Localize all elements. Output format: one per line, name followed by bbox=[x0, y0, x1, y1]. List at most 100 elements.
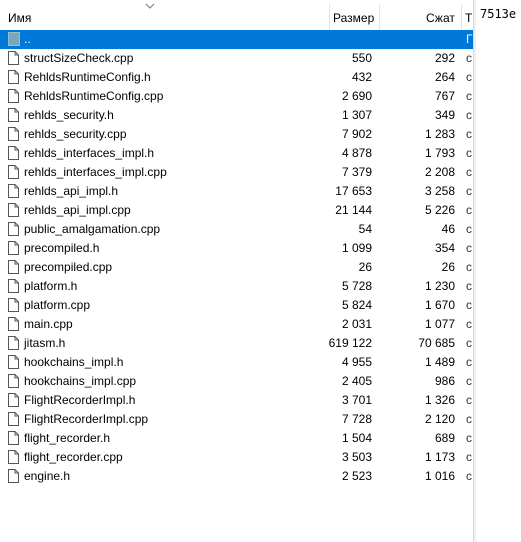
file-name: structSizeCheck.cpp bbox=[24, 51, 134, 65]
file-packed-size: 689 bbox=[434, 431, 455, 445]
file-type: c bbox=[466, 469, 472, 483]
list-item[interactable]: hookchains_impl.cpp 2 405 986 c bbox=[0, 372, 473, 391]
file-icon bbox=[8, 317, 19, 331]
file-size: 21 144 bbox=[335, 203, 372, 217]
list-item[interactable]: rehlds_interfaces_impl.h 4 878 1 793 c bbox=[0, 144, 473, 163]
list-item-up-dir[interactable]: .. Г bbox=[0, 30, 473, 49]
file-name: RehldsRuntimeConfig.cpp bbox=[24, 89, 164, 103]
file-name: platform.h bbox=[24, 279, 78, 293]
column-header-name[interactable]: Имя bbox=[8, 0, 31, 30]
column-divider[interactable] bbox=[379, 4, 380, 30]
file-size: 1 307 bbox=[341, 108, 372, 122]
file-size: 4 878 bbox=[341, 146, 372, 160]
list-item[interactable]: rehlds_interfaces_impl.cpp 7 379 2 208 c bbox=[0, 163, 473, 182]
list-item[interactable]: jitasm.h 619 122 70 685 c bbox=[0, 334, 473, 353]
column-divider[interactable] bbox=[329, 4, 330, 30]
file-size: 2 690 bbox=[341, 89, 372, 103]
folder-up-icon bbox=[8, 32, 20, 46]
list-item[interactable]: rehlds_security.cpp 7 902 1 283 c bbox=[0, 125, 473, 144]
file-icon bbox=[8, 222, 19, 236]
up-dir-type: Г bbox=[466, 32, 473, 46]
file-name: FlightRecorderImpl.cpp bbox=[24, 412, 149, 426]
list-item[interactable]: platform.h 5 728 1 230 c bbox=[0, 277, 473, 296]
list-item[interactable]: main.cpp 2 031 1 077 c bbox=[0, 315, 473, 334]
file-type: c bbox=[466, 89, 472, 103]
file-name: flight_recorder.cpp bbox=[24, 450, 123, 464]
file-packed-size: 70 685 bbox=[418, 336, 455, 350]
file-type: c bbox=[466, 336, 472, 350]
file-name: hookchains_impl.h bbox=[24, 355, 124, 369]
list-item[interactable]: FlightRecorderImpl.cpp 7 728 2 120 c bbox=[0, 410, 473, 429]
file-type: c bbox=[466, 241, 472, 255]
file-packed-size: 46 bbox=[441, 222, 455, 236]
file-type: c bbox=[466, 108, 472, 122]
chevron-down-icon bbox=[145, 3, 155, 9]
list-item[interactable]: precompiled.h 1 099 354 c bbox=[0, 239, 473, 258]
file-packed-size: 264 bbox=[434, 70, 455, 84]
list-item[interactable]: rehlds_api_impl.cpp 21 144 5 226 c bbox=[0, 201, 473, 220]
list-item[interactable]: flight_recorder.h 1 504 689 c bbox=[0, 429, 473, 448]
column-header-size[interactable]: Размер bbox=[333, 0, 374, 30]
file-name: engine.h bbox=[24, 469, 71, 483]
file-name: rehlds_security.cpp bbox=[24, 127, 127, 141]
file-icon bbox=[8, 279, 19, 293]
file-name: precompiled.cpp bbox=[24, 260, 113, 274]
file-icon bbox=[8, 108, 19, 122]
list-item[interactable]: rehlds_api_impl.h 17 653 3 258 c bbox=[0, 182, 473, 201]
list-item[interactable]: RehldsRuntimeConfig.h 432 264 c bbox=[0, 68, 473, 87]
file-icon bbox=[8, 260, 19, 274]
file-type: c bbox=[466, 450, 472, 464]
list-item[interactable]: engine.h 2 523 1 016 c bbox=[0, 467, 473, 486]
file-packed-size: 1 283 bbox=[424, 127, 455, 141]
file-name: main.cpp bbox=[24, 317, 73, 331]
list-item[interactable]: hookchains_impl.h 4 955 1 489 c bbox=[0, 353, 473, 372]
file-name: public_amalgamation.cpp bbox=[24, 222, 161, 236]
file-icon bbox=[8, 469, 19, 483]
file-icon bbox=[8, 203, 19, 217]
list-item[interactable]: rehlds_security.h 1 307 349 c bbox=[0, 106, 473, 125]
file-icon bbox=[8, 70, 19, 84]
column-header-type[interactable]: Т bbox=[465, 0, 472, 30]
file-size: 5 728 bbox=[341, 279, 372, 293]
file-name: FlightRecorderImpl.h bbox=[24, 393, 136, 407]
list-item[interactable]: FlightRecorderImpl.h 3 701 1 326 c bbox=[0, 391, 473, 410]
file-icon bbox=[8, 374, 19, 388]
file-name: rehlds_api_impl.h bbox=[24, 184, 119, 198]
file-size: 2 523 bbox=[341, 469, 372, 483]
column-header: Имя Размер Сжат Т bbox=[0, 0, 473, 31]
file-packed-size: 986 bbox=[434, 374, 455, 388]
file-size: 7 728 bbox=[341, 412, 372, 426]
file-icon bbox=[8, 184, 19, 198]
file-icon bbox=[8, 355, 19, 369]
list-item[interactable]: platform.cpp 5 824 1 670 c bbox=[0, 296, 473, 315]
list-item[interactable]: public_amalgamation.cpp 54 46 c bbox=[0, 220, 473, 239]
file-name: hookchains_impl.cpp bbox=[24, 374, 137, 388]
file-type: c bbox=[466, 355, 472, 369]
list-item[interactable]: RehldsRuntimeConfig.cpp 2 690 767 c bbox=[0, 87, 473, 106]
file-packed-size: 1 077 bbox=[424, 317, 455, 331]
right-panel-text: 7513e bbox=[480, 7, 517, 21]
list-item[interactable]: flight_recorder.cpp 3 503 1 173 c bbox=[0, 448, 473, 467]
file-packed-size: 1 173 bbox=[424, 450, 455, 464]
file-size: 54 bbox=[358, 222, 372, 236]
file-name: rehlds_api_impl.cpp bbox=[24, 203, 131, 217]
file-packed-size: 1 793 bbox=[424, 146, 455, 160]
column-header-packed[interactable]: Сжат bbox=[426, 0, 455, 30]
list-item[interactable]: structSizeCheck.cpp 550 292 c bbox=[0, 49, 473, 68]
file-type: c bbox=[466, 146, 472, 160]
file-packed-size: 1 230 bbox=[424, 279, 455, 293]
file-type: c bbox=[466, 184, 472, 198]
file-name: rehlds_interfaces_impl.h bbox=[24, 146, 155, 160]
file-type: c bbox=[466, 51, 472, 65]
column-divider[interactable] bbox=[461, 4, 462, 30]
file-type: c bbox=[466, 260, 472, 274]
file-size: 1 099 bbox=[341, 241, 372, 255]
file-icon bbox=[8, 393, 19, 407]
file-name: jitasm.h bbox=[24, 336, 66, 350]
list-item[interactable]: precompiled.cpp 26 26 c bbox=[0, 258, 473, 277]
file-packed-size: 292 bbox=[434, 51, 455, 65]
file-icon bbox=[8, 127, 19, 141]
up-dir-label: .. bbox=[24, 32, 31, 46]
file-type: c bbox=[466, 70, 472, 84]
file-name: RehldsRuntimeConfig.h bbox=[24, 70, 151, 84]
